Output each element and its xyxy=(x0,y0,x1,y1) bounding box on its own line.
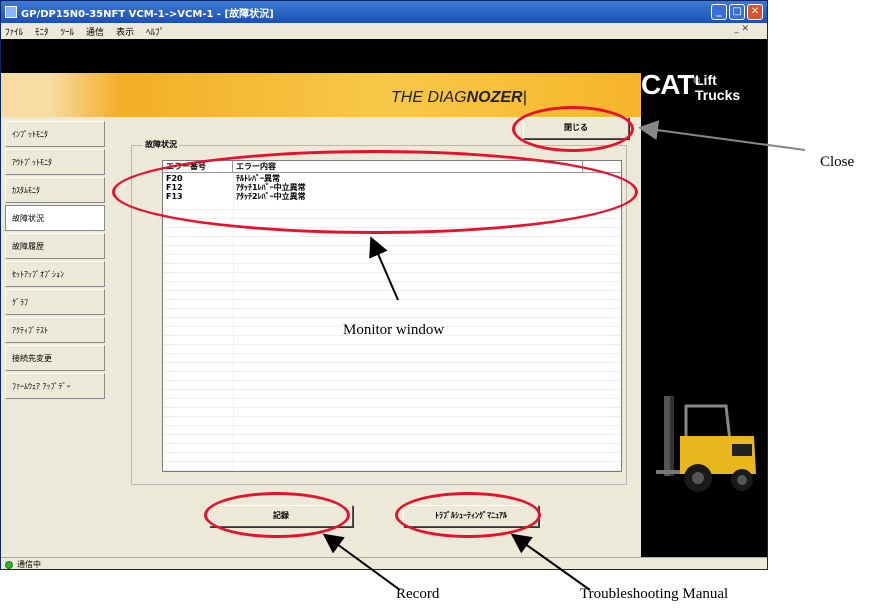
sidebar-item-input-monitor[interactable]: ｲﾝﾌﾟｯﾄﾓﾆﾀ xyxy=(5,121,105,147)
list-gridline xyxy=(163,389,621,390)
header-band xyxy=(1,39,767,73)
list-gridline xyxy=(163,236,621,237)
sidebar-item-graph[interactable]: ｸﾞﾗﾌ xyxy=(5,289,105,315)
manual-highlight-ellipse xyxy=(395,492,541,538)
list-gridline xyxy=(163,353,621,354)
cat-logo: CAT® xyxy=(641,69,700,101)
list-gridline xyxy=(163,443,621,444)
diagnozer-logo: THE DIAGNOZER| xyxy=(391,89,527,107)
sidebar-item-fault-history[interactable]: 故障履歴 xyxy=(5,233,105,259)
logo-line-2: Trucks xyxy=(695,87,741,103)
list-gridline xyxy=(163,434,621,435)
minimize-button[interactable]: _ xyxy=(711,4,727,20)
window-title: GP/DP15N0-35NFT VCM-1->VCM-1 - [故障状況] xyxy=(21,8,274,20)
mdi-controls[interactable]: _ ✕ xyxy=(734,24,749,34)
sidebar-item-fault-status[interactable]: 故障状況 xyxy=(5,205,105,231)
list-gridline xyxy=(163,290,621,291)
list-gridline xyxy=(163,245,621,246)
list-gridline xyxy=(163,344,621,345)
list-gridline xyxy=(163,470,621,471)
menu-monitor[interactable]: ﾓﾆﾀ xyxy=(35,25,49,38)
menu-bar: ﾌｧｲﾙ ﾓﾆﾀ ﾂｰﾙ 通信 表示 ﾍﾙﾌﾟ _ ✕ xyxy=(1,23,767,39)
annotation-record: Record xyxy=(396,586,440,602)
list-gridline xyxy=(163,281,621,282)
window-close-button[interactable]: ✕ xyxy=(747,4,763,20)
status-dot-icon xyxy=(5,560,13,569)
list-gridline xyxy=(163,452,621,453)
sidebar-item-change-target[interactable]: 接続先変更 xyxy=(5,345,105,371)
menu-help[interactable]: ﾍﾙﾌﾟ xyxy=(146,25,164,38)
record-highlight-ellipse xyxy=(204,492,350,538)
brand-bold: NOZER xyxy=(466,89,523,106)
annotation-close: Close xyxy=(820,154,855,170)
annotation-troubleshooting-manual: Troubleshooting Manual xyxy=(580,586,729,602)
list-gridline xyxy=(163,272,621,273)
list-gridline xyxy=(163,317,621,318)
annotation-monitor-window: Monitor window xyxy=(343,322,445,338)
monitor-highlight-ellipse xyxy=(112,150,638,234)
brand-suffix: | xyxy=(522,89,527,106)
close-highlight-ellipse xyxy=(512,106,634,152)
window-controls: _ □ ✕ xyxy=(711,4,763,20)
list-gridline xyxy=(163,461,621,462)
sidebar-item-firmware-update[interactable]: ﾌｧｰﾑｳｪｱ ｱｯﾌﾟﾃﾞｰ xyxy=(5,373,105,399)
status-text: 通信中 xyxy=(17,560,41,569)
lift-trucks-logo: Lift Trucks xyxy=(695,73,740,103)
title-bar: GP/DP15N0-35NFT VCM-1->VCM-1 - [故障状況] _ … xyxy=(1,1,767,23)
list-gridline xyxy=(163,254,621,255)
logo-line-1: Lift xyxy=(695,72,717,88)
brand-prefix: THE DIAG xyxy=(391,89,467,106)
sidebar: ｲﾝﾌﾟｯﾄﾓﾆﾀ ｱｳﾄﾌﾟｯﾄﾓﾆﾀ ｶｽﾀﾑﾓﾆﾀ 故障状況 故障履歴 ｾ… xyxy=(1,117,109,557)
maximize-button[interactable]: □ xyxy=(729,4,745,20)
list-gridline xyxy=(163,380,621,381)
status-bar: 通信中 xyxy=(1,557,767,569)
group-label: 故障状況 xyxy=(143,139,179,150)
list-gridline xyxy=(163,299,621,300)
forklift-icon xyxy=(656,396,756,492)
cat-logo-text: CAT xyxy=(641,69,694,100)
menu-comm[interactable]: 通信 xyxy=(86,25,104,38)
list-gridline xyxy=(163,425,621,426)
list-gridline xyxy=(163,416,621,417)
list-gridline xyxy=(163,407,621,408)
list-gridline xyxy=(163,371,621,372)
menu-tools[interactable]: ﾂｰﾙ xyxy=(61,25,75,38)
list-gridline xyxy=(163,308,621,309)
menu-file[interactable]: ﾌｧｲﾙ xyxy=(5,25,23,38)
sidebar-item-setup-options[interactable]: ｾｯﾄｱｯﾌﾟｵﾌﾟｼｮﾝ xyxy=(5,261,105,287)
sidebar-item-output-monitor[interactable]: ｱｳﾄﾌﾟｯﾄﾓﾆﾀ xyxy=(5,149,105,175)
list-gridline xyxy=(163,398,621,399)
list-gridline xyxy=(163,362,621,363)
list-gridline xyxy=(163,263,621,264)
app-icon xyxy=(5,6,17,18)
sidebar-item-active-test[interactable]: ｱｸﾃｨﾌﾞﾃｽﾄ xyxy=(5,317,105,343)
menu-view[interactable]: 表示 xyxy=(116,25,134,38)
sidebar-item-custom-monitor[interactable]: ｶｽﾀﾑﾓﾆﾀ xyxy=(5,177,105,203)
